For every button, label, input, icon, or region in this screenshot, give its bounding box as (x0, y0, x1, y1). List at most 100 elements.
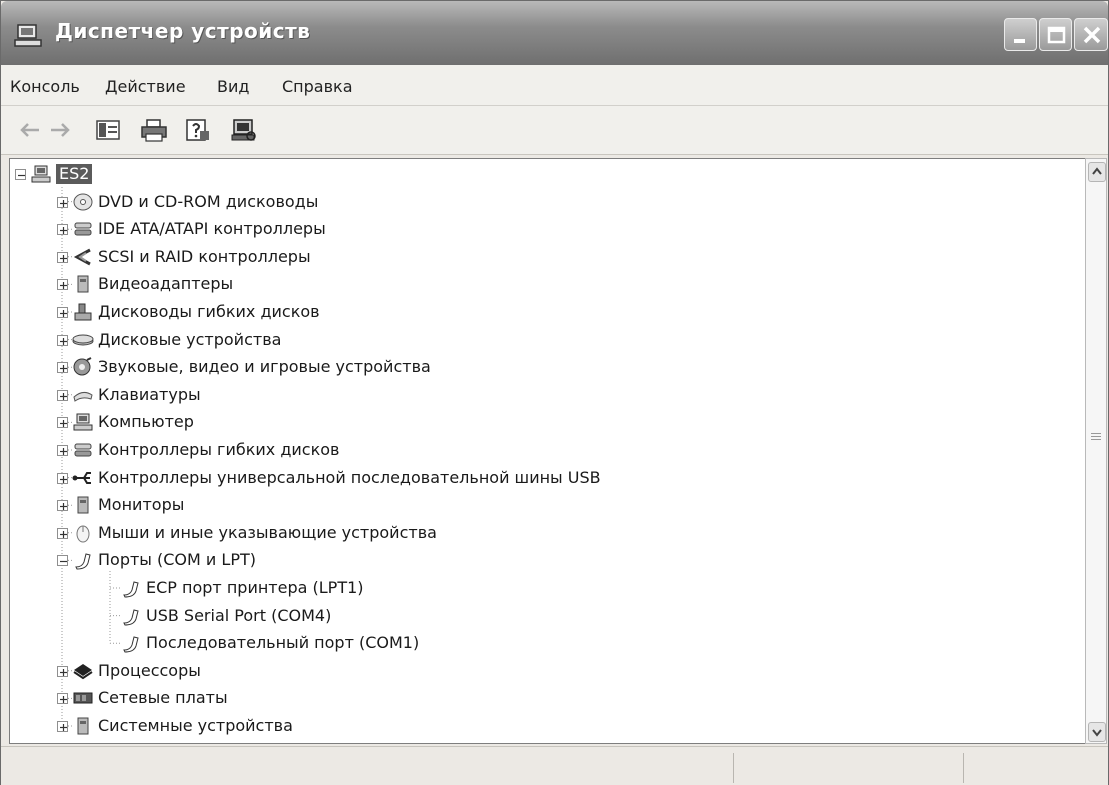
tree-item-2[interactable]: SCSI и RAID контроллеры (10, 244, 1080, 270)
tree-root[interactable]: ES2 (10, 161, 1080, 187)
window-title: Диспетчер устройств (55, 19, 311, 43)
sound-device-icon (73, 357, 92, 376)
tree-item-label: Дисковые устройства (98, 329, 282, 349)
collapse-toggle[interactable] (57, 555, 68, 567)
mouse-icon (76, 525, 90, 543)
tree-item-13[interactable]: Порты (COM и LPT) (10, 547, 1080, 573)
scroll-grip-icon (1091, 433, 1101, 440)
port-icon (75, 553, 91, 570)
tree-item-label: Звуковые, видео и игровые устройства (98, 357, 431, 377)
forward-arrow-icon[interactable] (45, 116, 75, 144)
expand-toggle[interactable] (57, 417, 68, 429)
scan-hardware-icon[interactable] (229, 116, 259, 144)
tree-child-item-2[interactable]: Последовательный порт (COM1) (10, 630, 1080, 656)
ide-controller-icon (74, 222, 92, 236)
expand-toggle[interactable] (57, 307, 68, 318)
properties-icon[interactable] (93, 116, 123, 144)
expand-toggle[interactable] (57, 279, 68, 291)
tree-item-0[interactable]: DVD и CD-ROM дисководы (10, 189, 1080, 215)
port-icon (123, 608, 139, 626)
tree-item-label: Порты (COM и LPT) (98, 550, 256, 570)
scsi-controller-icon (73, 248, 91, 266)
close-button[interactable] (1074, 18, 1108, 51)
keyboard-icon (73, 391, 93, 402)
tree-child-item-1[interactable]: USB Serial Port (COM4) (10, 603, 1080, 629)
collapse-toggle[interactable] (15, 169, 26, 180)
disk-drive-icon (72, 334, 94, 346)
tree-item-label: DVD и CD-ROM дисководы (98, 191, 319, 211)
status-divider (963, 753, 964, 783)
device-tree[interactable]: ES2 DVD и CD-ROM дисководы IDE ATA/ATAPI к… (9, 158, 1087, 744)
tree-item-label: Последовательный порт (COM1) (146, 633, 420, 653)
minimize-button[interactable] (1004, 18, 1037, 51)
expand-toggle[interactable] (57, 251, 68, 263)
expand-toggle[interactable] (57, 721, 68, 732)
tree-item-4[interactable]: Дисководы гибких дисков (10, 299, 1080, 325)
usb-icon (72, 471, 91, 484)
tree-item-15[interactable]: Сетевые платы (10, 685, 1080, 711)
toolbar (1, 106, 1108, 155)
expand-toggle[interactable] (57, 527, 68, 539)
tree-item-label: Контроллеры гибких дисков (98, 440, 340, 459)
title-bar[interactable]: Диспетчер устройств (1, 1, 1108, 65)
expand-toggle[interactable] (57, 362, 68, 374)
maximize-button[interactable] (1039, 18, 1072, 51)
tree-item-9[interactable]: Контроллеры гибких дисков (10, 437, 1080, 463)
menu-view[interactable]: Вид (217, 77, 249, 96)
menu-console[interactable]: Консоль (10, 77, 80, 96)
processor-icon (73, 663, 93, 679)
tree-item-label: ECP порт принтера (LPT1) (146, 578, 364, 597)
tree-item-label: Контроллеры универсальной последовательн… (98, 467, 601, 487)
dvd-drive-icon (73, 193, 93, 211)
device-manager-icon (14, 24, 42, 47)
expand-toggle[interactable] (57, 389, 68, 401)
tree-item-8[interactable]: Компьютер (10, 409, 1080, 435)
tree-item-label: SCSI и RAID контроллеры (98, 246, 311, 266)
tree-item-label: Дисководы гибких дисков (98, 302, 320, 321)
expand-toggle[interactable] (57, 665, 68, 677)
floppy-drive-icon (74, 303, 92, 321)
computer-icon (31, 165, 51, 183)
computer-icon (73, 413, 93, 431)
expand-toggle[interactable] (57, 472, 68, 484)
print-icon[interactable] (139, 116, 169, 144)
tree-item-12[interactable]: Мыши и иные указывающие устройства (10, 520, 1080, 546)
tree-item-1[interactable]: IDE ATA/ATAPI контроллеры (10, 216, 1080, 242)
tree-item-label: Видеоадаптеры (98, 274, 234, 294)
tree-child-item-0[interactable]: ECP порт принтера (LPT1) (10, 575, 1080, 601)
tree-item-label: Процессоры (98, 660, 201, 680)
menu-help[interactable]: Справка (282, 77, 353, 96)
expand-toggle[interactable] (57, 196, 68, 208)
tree-item-label: Сетевые платы (98, 688, 228, 708)
scroll-up-button[interactable] (1088, 162, 1106, 182)
tree-item-10[interactable]: Контроллеры универсальной последовательн… (10, 465, 1080, 491)
vertical-scrollbar[interactable] (1085, 158, 1107, 744)
tree-item-label: Мыши и иные указывающие устройства (98, 522, 437, 542)
tree-item-11[interactable]: Мониторы (10, 492, 1080, 518)
system-device-icon (77, 717, 89, 735)
back-arrow-icon[interactable] (15, 116, 45, 144)
tree-item-label: Системные устройства (98, 716, 293, 735)
floppy-controller-icon (74, 443, 92, 457)
tree-item-16[interactable]: Системные устройства (10, 713, 1080, 739)
scroll-down-button[interactable] (1088, 722, 1106, 742)
tree-item-7[interactable]: Клавиатуры (10, 382, 1080, 408)
help-icon[interactable] (183, 116, 213, 144)
tree-item-5[interactable]: Дисковые устройства (10, 327, 1080, 353)
tree-item-14[interactable]: Процессоры (10, 658, 1080, 684)
status-bar (1, 746, 1108, 785)
tree-item-6[interactable]: Звуковые, видео и игровые устройства (10, 354, 1080, 380)
expand-toggle[interactable] (57, 500, 68, 512)
menu-action[interactable]: Действие (105, 77, 186, 96)
expand-toggle[interactable] (57, 445, 68, 456)
tree-item-3[interactable]: Видеоадаптеры (10, 271, 1080, 297)
expand-toggle[interactable] (57, 693, 68, 705)
device-manager-window: Диспетчер устройств Консоль Действие Вид… (0, 0, 1109, 785)
expand-toggle[interactable] (57, 224, 68, 236)
monitor-icon (77, 496, 89, 514)
status-divider (733, 753, 734, 783)
tree-item-label: Компьютер (98, 412, 194, 432)
menu-bar: Консоль Действие Вид Справка (1, 65, 1108, 106)
port-icon (123, 636, 139, 653)
expand-toggle[interactable] (57, 334, 68, 346)
